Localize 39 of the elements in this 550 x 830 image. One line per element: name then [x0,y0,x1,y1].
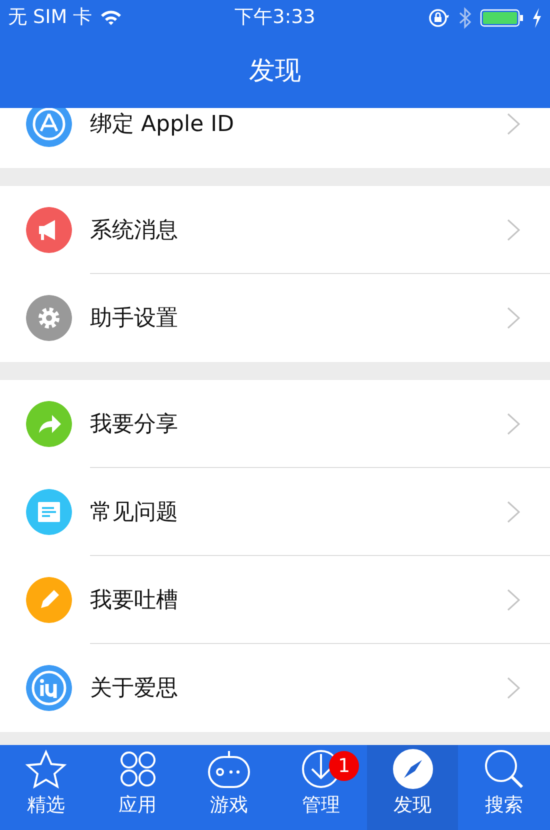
page-title: 发现 [249,55,301,88]
list-item[interactable]: 常见问题 [0,468,550,556]
charging-icon [532,8,542,28]
notification-count: 1 [329,751,360,781]
item-label: 绑定 Apple ID [90,110,234,138]
chevron-icon [507,501,520,523]
tab[interactable]: 发现 [366,745,458,830]
item-label: 助手设置 [90,304,178,332]
list-item[interactable]: 我要分享 [0,380,550,468]
item-label: 系统消息 [90,216,178,244]
chevron-icon [507,589,520,611]
item-label: 常见问题 [90,498,178,526]
list-item[interactable]: 系统消息 [0,186,550,274]
rotation-lock-icon [428,8,450,28]
tab[interactable]: 搜索 [458,745,550,830]
clock-text: 下午3:33 [234,5,316,30]
list-item[interactable]: 助手设置 [0,274,550,362]
chevron-icon [507,219,520,241]
tab[interactable]: 精选 [0,745,92,830]
battery-icon [480,8,524,26]
chevron-icon [507,113,520,135]
wifi-icon [100,10,122,26]
tab[interactable]: 管理 1 [275,745,367,830]
item-label: 我要分享 [90,410,178,438]
star-icon [24,749,68,791]
carrier-text: 无 SIM 卡 [8,5,92,30]
tab[interactable]: 应用 [92,745,184,830]
item-label: 我要吐槽 [90,586,178,614]
list-item[interactable]: 绑定 Apple ID [0,108,550,168]
list-item[interactable]: 我要吐槽 [0,556,550,644]
compass-icon [390,749,435,791]
tab[interactable]: 游戏 [183,745,276,830]
chevron-icon [507,307,520,329]
list-item[interactable]: 关于爱思 [0,644,550,732]
robot-icon [207,749,252,791]
item-label: 关于爱思 [90,674,178,702]
chevron-icon [507,677,520,699]
chevron-icon [507,413,520,435]
bluetooth-icon [458,6,472,28]
